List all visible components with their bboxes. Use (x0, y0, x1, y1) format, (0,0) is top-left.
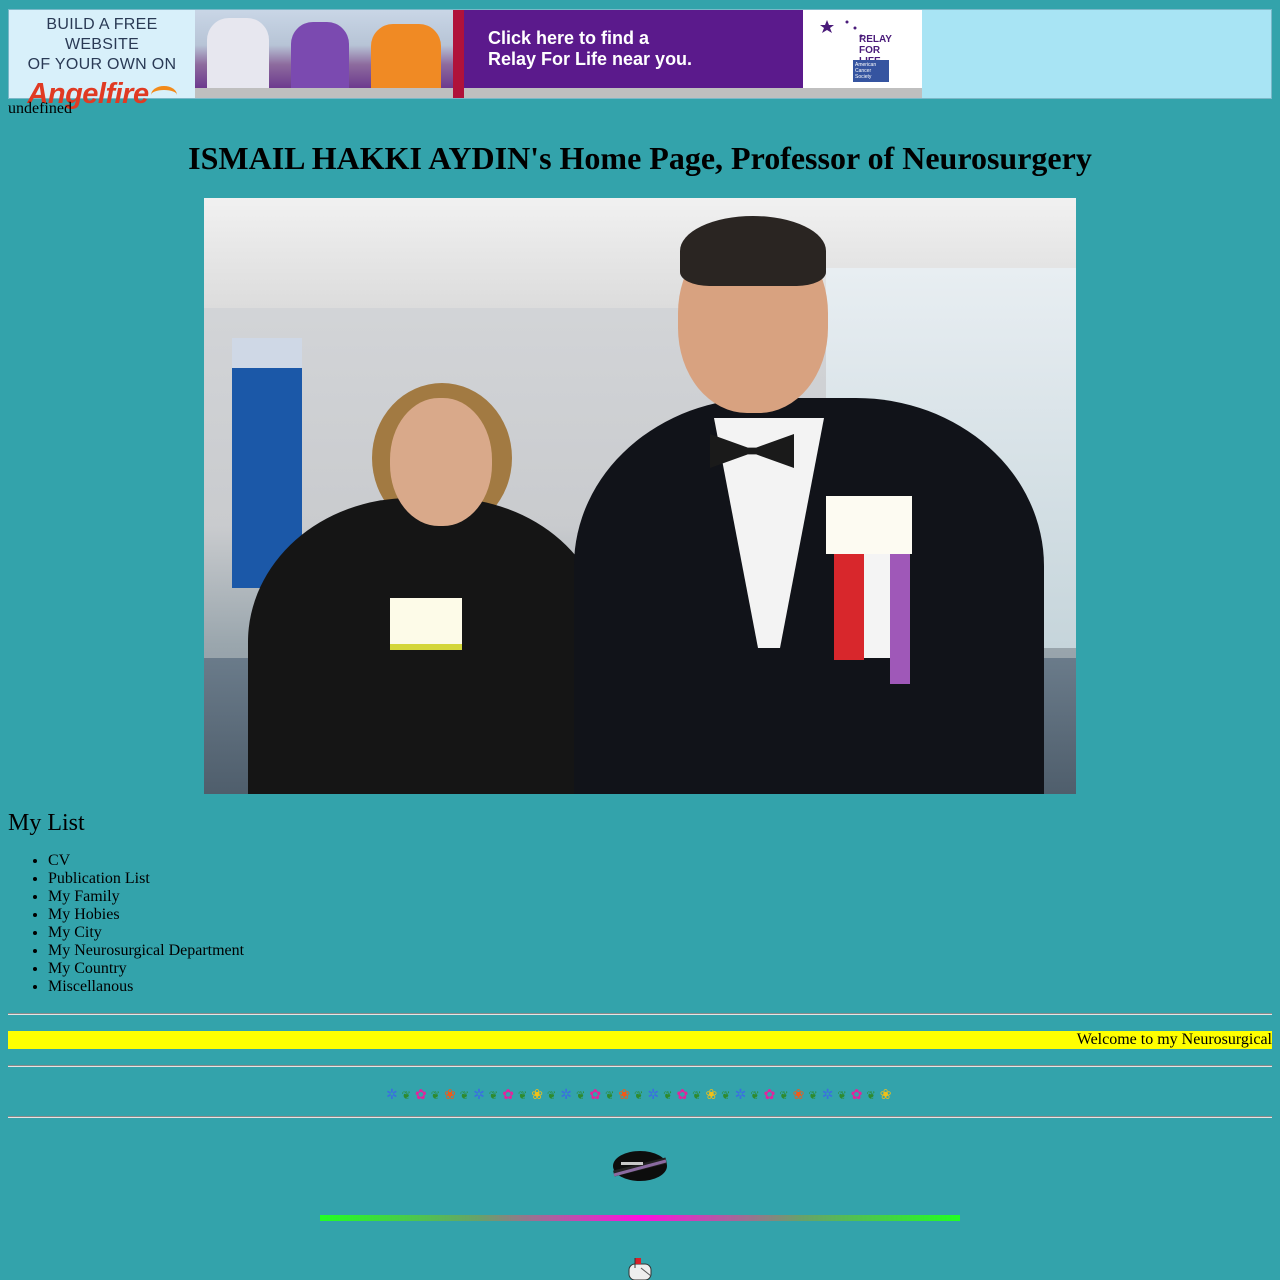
flower-icon: ✿ (589, 1087, 602, 1103)
flower-icon: ✲ (647, 1087, 660, 1103)
flower-icon: ✲ (821, 1087, 834, 1103)
ad-person-3 (371, 24, 441, 88)
flower-icon: ✿ (850, 1087, 863, 1103)
leaf-icon: ❦ (547, 1088, 557, 1102)
flower-icon: ❀ (879, 1087, 892, 1103)
ad-person-1 (207, 18, 269, 88)
mailbox-icon[interactable] (627, 1258, 655, 1280)
divider (8, 1065, 1272, 1067)
relay-ad-photo (195, 10, 453, 88)
leaf-icon: ❦ (576, 1088, 586, 1102)
leaf-icon: ❦ (721, 1088, 731, 1102)
leaf-icon: ❦ (401, 1088, 411, 1102)
ad-line-2: Relay For Life near you. (488, 49, 693, 69)
link-miscellanous[interactable]: Miscellanous (48, 978, 244, 996)
list-heading: My List (8, 810, 85, 836)
link-cv[interactable]: CV (48, 852, 244, 870)
photo-ribbon-purple (890, 554, 910, 684)
leaf-icon: ❦ (837, 1088, 847, 1102)
relay-for-life-logo: RELAY FOR LIFE American Cancer Society (803, 10, 922, 88)
leaf-icon: ❦ (663, 1088, 673, 1102)
flower-icon: ✿ (676, 1087, 689, 1103)
photo-man-hair (680, 216, 826, 286)
welcome-marquee: Welcome to my Neurosurgical (8, 1031, 1272, 1049)
angelfire-tagline-2: OF YOUR OWN ON (27, 56, 177, 73)
flower-icon: ❀ (444, 1087, 456, 1103)
relay-ad-text: Click here to find a Relay For Life near… (488, 28, 692, 70)
flower-icon: ❀ (705, 1087, 718, 1103)
flower-icon: ✿ (502, 1087, 514, 1103)
leaf-icon: ❦ (866, 1088, 876, 1102)
leaf-icon: ❦ (459, 1088, 470, 1102)
photo-ribbon-red (834, 554, 864, 660)
leaf-icon: ❦ (808, 1088, 818, 1102)
flower-icon: ✿ (763, 1087, 776, 1103)
link-my-hobies[interactable]: My Hobies (48, 906, 244, 924)
ad-banner: BUILD A FREE WEBSITE OF YOUR OWN ON Ange… (8, 9, 1272, 110)
leaf-icon: ❦ (430, 1088, 441, 1102)
link-list: CV Publication List My Family My Hobies … (8, 852, 244, 996)
photo-man-badge (826, 496, 912, 554)
profile-photo (204, 198, 1076, 794)
black-cap-icon (613, 1151, 667, 1181)
link-my-department[interactable]: My Neurosurgical Department (48, 942, 244, 960)
leaf-icon: ❦ (692, 1088, 702, 1102)
ad-line-1: Click here to find a (488, 28, 650, 48)
marquee-text: Welcome to my Neurosurgical (1076, 1031, 1272, 1048)
leaf-icon: ❦ (605, 1088, 615, 1102)
link-my-country[interactable]: My Country (48, 960, 244, 978)
angelfire-logo-link[interactable]: BUILD A FREE WEBSITE OF YOUR OWN ON Ange… (9, 10, 195, 110)
page-title: ISMAIL HAKKI AYDIN's Home Page, Professo… (188, 140, 1092, 176)
undefined-text: undefined (8, 100, 72, 117)
angelfire-tagline-1: BUILD A FREE WEBSITE (46, 16, 158, 53)
flower-icon: ✲ (560, 1087, 573, 1103)
photo-woman-badge (390, 598, 462, 650)
angelfire-swoosh-icon (150, 86, 177, 104)
flower-icon: ✲ (386, 1087, 398, 1103)
photo-woman-face (390, 398, 492, 526)
acs-logo: American Cancer Society (853, 60, 889, 82)
flower-border-icon: ✲ ❦ ✿ ❦ ❀ ❦ ✲ ❦ ✿ ❦ ❀ ❦ ✲ ❦ ✿ ❦ ❀ ❦ ✲ ❦ ✿ ❦ ❀ ❦ ✲ ❦ ✿… (386, 1084, 892, 1106)
rainbow-divider-icon (320, 1215, 960, 1221)
flower-icon: ❀ (792, 1087, 805, 1103)
flower-icon: ✿ (415, 1087, 427, 1103)
divider (8, 1116, 1272, 1118)
leaf-icon: ❦ (779, 1088, 789, 1102)
relay-for-life-ad[interactable]: Click here to find a Relay For Life near… (195, 10, 922, 98)
photo-sign-top (232, 338, 302, 368)
link-my-city[interactable]: My City (48, 924, 244, 942)
link-my-family[interactable]: My Family (48, 888, 244, 906)
flower-icon: ❀ (618, 1087, 631, 1103)
leaf-icon: ❦ (750, 1088, 760, 1102)
photo-ribbon-white (864, 554, 890, 658)
ad-bottom-bar (195, 88, 922, 98)
leaf-icon: ❦ (517, 1088, 528, 1102)
flower-icon: ✲ (473, 1087, 485, 1103)
ad-person-2 (291, 22, 349, 88)
flower-icon: ❀ (531, 1087, 543, 1103)
leaf-icon: ❦ (634, 1088, 644, 1102)
ad-red-strip (453, 10, 464, 98)
flower-icon: ✲ (734, 1087, 747, 1103)
ad-bottom-red (453, 88, 464, 98)
link-publication-list[interactable]: Publication List (48, 870, 244, 888)
leaf-icon: ❦ (488, 1088, 499, 1102)
divider (8, 1013, 1272, 1015)
